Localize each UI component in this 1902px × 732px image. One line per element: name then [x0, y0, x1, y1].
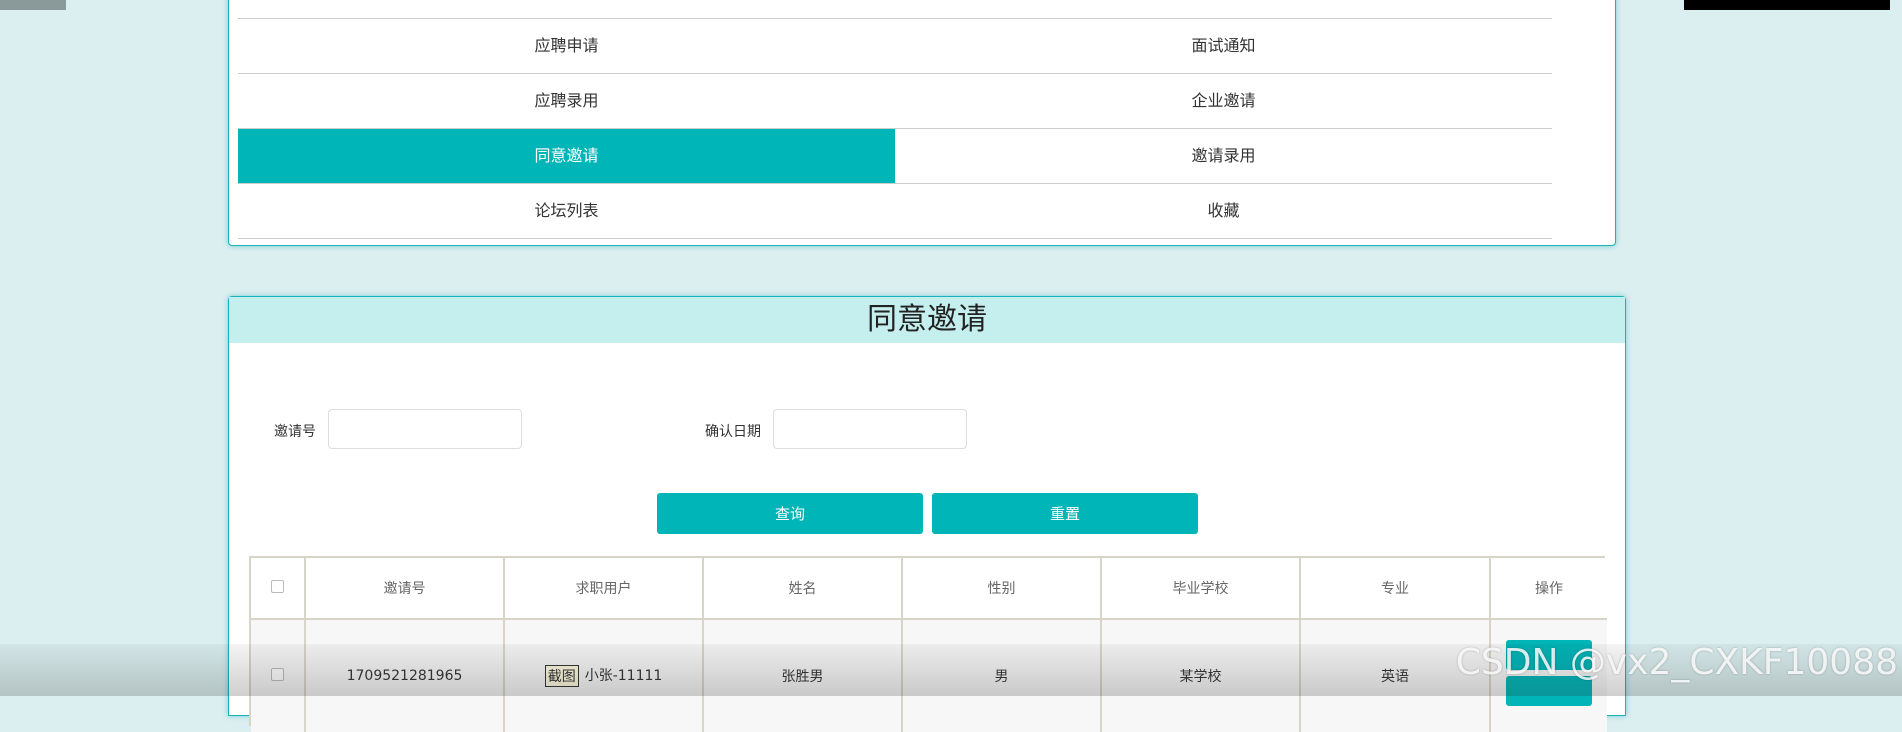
column-header-job-user[interactable]: 求职用户 — [504, 558, 704, 620]
table-row: 1709521281965 截图 小张-11111 张胜男 男 某学校 英语 — [251, 619, 1607, 732]
top-left-bar — [0, 0, 66, 10]
confirm-date-input[interactable] — [773, 409, 967, 449]
row-action-button-2[interactable] — [1506, 676, 1592, 706]
menu-item-forum-list[interactable]: 论坛列表 — [238, 184, 895, 239]
cell-name: 张胜男 — [703, 619, 903, 732]
results-table: 邀请号 求职用户 姓名 性别 毕业学校 专业 操作 1709521281965 … — [249, 556, 1607, 732]
select-all-cell — [251, 558, 306, 620]
row-checkbox[interactable] — [271, 667, 284, 681]
screenshot-badge: 截图 — [544, 665, 579, 687]
cell-job-user: 截图 小张-11111 — [504, 619, 704, 732]
column-header-name[interactable]: 姓名 — [703, 558, 903, 620]
menu-item-invitation-hired[interactable]: 邀请录用 — [895, 129, 1552, 184]
row-select-cell — [251, 619, 306, 732]
column-header-actions: 操作 — [1490, 558, 1607, 620]
menu-item-company-invitation[interactable]: 企业邀请 — [895, 74, 1552, 129]
menu-panel: 应聘申请 面试通知 应聘录用 企业邀请 同意邀请 邀请录用 论坛列表 收藏 — [228, 0, 1616, 246]
select-all-checkbox[interactable] — [271, 579, 284, 593]
column-header-invite-no[interactable]: 邀请号 — [305, 558, 505, 620]
menu-item-interview-notice[interactable]: 面试通知 — [895, 19, 1552, 74]
content-panel: 同意邀请 邀请号 确认日期 查询 重置 邀请号 求职用户 姓名 性别 毕业学校 … — [228, 296, 1626, 732]
menu-item-favorites[interactable]: 收藏 — [895, 184, 1552, 239]
row-action-button-1[interactable] — [1506, 640, 1592, 670]
column-header-school[interactable]: 毕业学校 — [1101, 558, 1301, 620]
confirm-date-label: 确认日期 — [705, 424, 761, 440]
menu-item-application[interactable]: 应聘申请 — [238, 19, 895, 74]
search-row: 邀请号 确认日期 — [229, 409, 1625, 451]
page-title: 同意邀请 — [229, 297, 1625, 343]
invite-no-input[interactable] — [328, 409, 522, 449]
cell-major: 英语 — [1300, 619, 1491, 732]
invite-no-label: 邀请号 — [274, 424, 316, 440]
query-button[interactable]: 查询 — [657, 493, 923, 534]
menu-grid: 应聘申请 面试通知 应聘录用 企业邀请 同意邀请 邀请录用 论坛列表 收藏 — [238, 18, 1552, 239]
cell-gender: 男 — [902, 619, 1102, 732]
menu-item-accept-invitation[interactable]: 同意邀请 — [238, 129, 895, 184]
cell-school: 某学校 — [1101, 619, 1301, 732]
reset-button[interactable]: 重置 — [932, 493, 1198, 534]
cell-actions — [1490, 619, 1607, 732]
column-header-major[interactable]: 专业 — [1300, 558, 1491, 620]
menu-item-application-hired[interactable]: 应聘录用 — [238, 74, 895, 129]
table-header-row: 邀请号 求职用户 姓名 性别 毕业学校 专业 操作 — [251, 558, 1607, 620]
column-header-gender[interactable]: 性别 — [902, 558, 1102, 620]
top-right-bar — [1684, 0, 1890, 10]
job-user-text: 小张-11111 — [584, 668, 663, 684]
cell-invite-no: 1709521281965 — [305, 619, 505, 732]
